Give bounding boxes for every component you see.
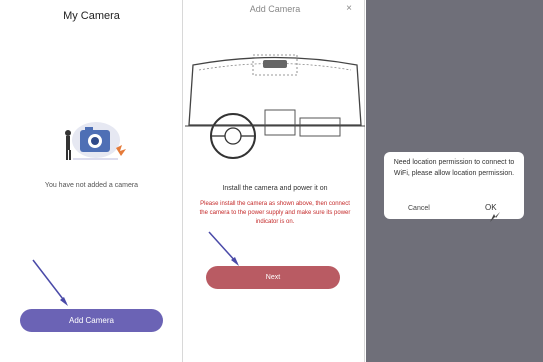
cursor-icon xyxy=(490,212,500,222)
annotation-arrow xyxy=(208,231,239,266)
cancel-button[interactable]: Cancel xyxy=(408,205,430,212)
ok-button[interactable]: OK xyxy=(485,203,497,212)
my-camera-screen: My Camera You have not added a camera Ad… xyxy=(0,0,183,362)
add-camera-screen: Add Camera × Install the camera and powe… xyxy=(185,0,365,362)
dialog-message: Need location permission to connect to W… xyxy=(393,159,515,177)
permission-overlay: Need location permission to connect to W… xyxy=(366,0,543,362)
permission-dialog: Need location permission to connect to W… xyxy=(384,152,524,222)
annotation-arrow xyxy=(32,259,68,306)
